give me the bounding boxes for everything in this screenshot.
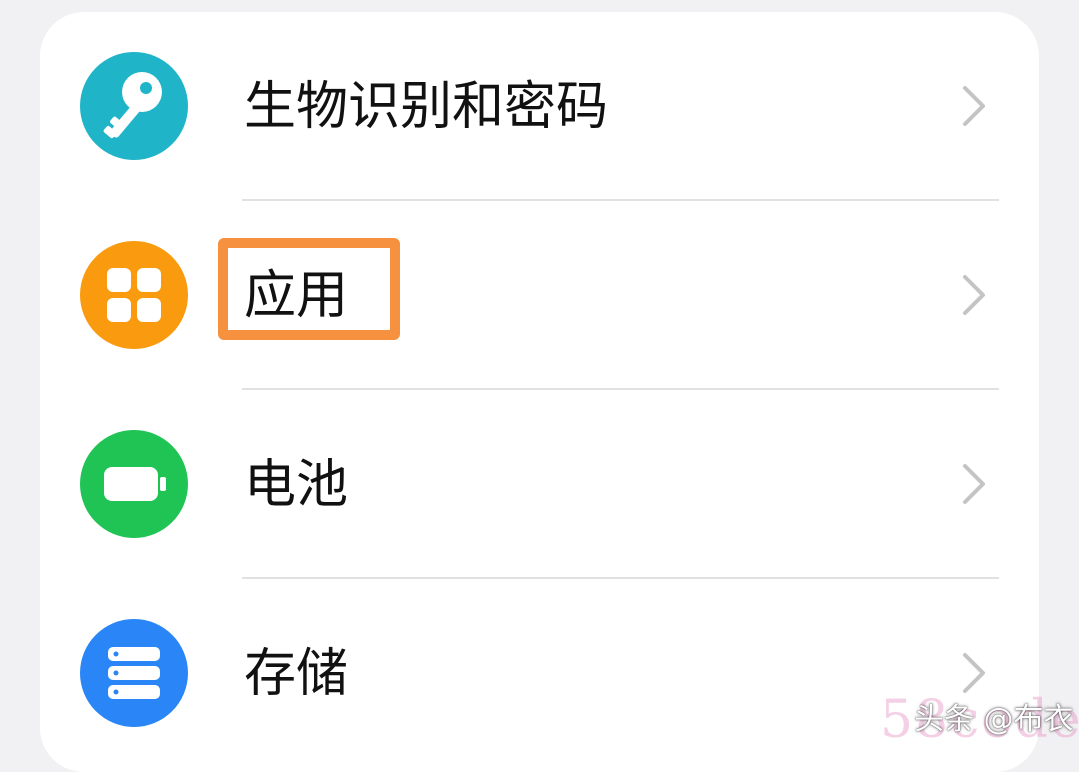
settings-card: 生物识别和密码 应用 电池 存储 <box>40 12 1039 772</box>
battery-icon <box>80 430 188 538</box>
chevron-right-icon <box>963 275 985 315</box>
apps-grid-icon <box>80 241 188 349</box>
watermark-text: 头条 @布衣 <box>914 702 1074 737</box>
settings-item-label: 电池 <box>244 455 349 515</box>
settings-item-apps[interactable]: 应用 <box>40 201 1039 390</box>
settings-item-biometrics-password[interactable]: 生物识别和密码 <box>40 12 1039 201</box>
chevron-right-icon <box>963 464 985 504</box>
settings-item-battery[interactable]: 电池 <box>40 390 1039 579</box>
chevron-right-icon <box>963 86 985 126</box>
settings-item-label: 生物识别和密码 <box>244 77 609 137</box>
settings-item-label: 存储 <box>244 644 349 704</box>
chevron-right-icon <box>963 653 985 693</box>
highlight-box <box>218 238 400 340</box>
key-icon <box>80 52 188 160</box>
storage-icon <box>80 619 188 727</box>
